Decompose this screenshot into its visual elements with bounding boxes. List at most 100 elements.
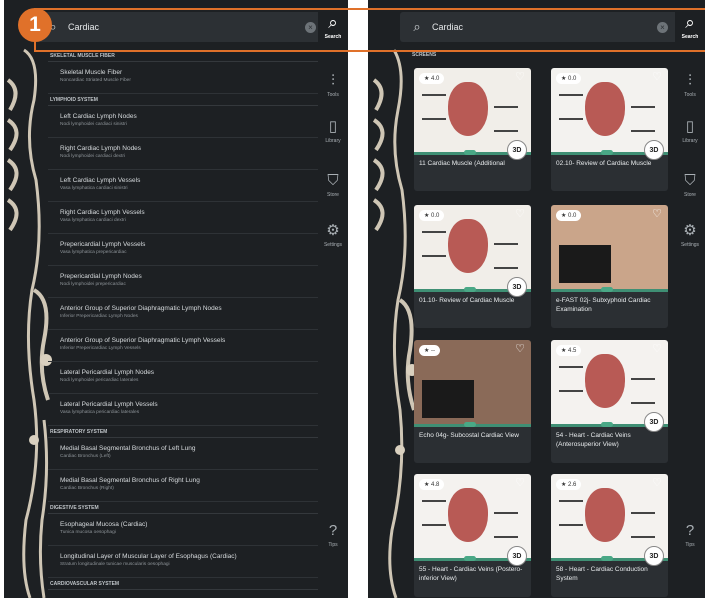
screen-card[interactable]: ★ 4.5 ♡ 3D 54 - Heart - Cardiac Veins (Ante… [551,340,668,463]
rating-value: 0.0 [431,213,440,219]
result-item[interactable]: Esophageal Mucosa (Cardiac) Tunica mucosa… [48,514,320,546]
favorite-heart-icon[interactable]: ♡ [515,476,525,489]
result-item[interactable]: Medial Basal Segmental Bronchus of Left … [48,438,320,470]
rail-tips[interactable]: ? Tips [318,522,348,548]
label-line [631,512,655,514]
rail-label: Store [327,192,339,198]
result-item[interactable]: Prepericardial Lymph Vessels Vasa lymphat… [48,234,320,266]
status-pill [464,287,476,292]
label-line [559,500,583,502]
favorite-heart-icon[interactable]: ♡ [652,207,662,220]
label-line [494,512,518,514]
rail-library[interactable]: ▯ Library [675,118,705,144]
result-item[interactable]: Longitudinal Layer of Muscular Layer of … [48,546,320,578]
result-item[interactable]: Anterior Group of Superior Diaphragmatic… [48,330,320,362]
screen-card[interactable]: ★ 0.0 ♡ e-FAST 02j- Subxyphoid Cardiac Exa… [551,205,668,328]
star-icon: ★ [561,482,569,488]
highlight-outline-bottom [34,50,705,52]
screen-title: 11 Cardiac Muscle (Additional [419,160,505,167]
result-subtitle: Nodi lymphoidei cardiaci sinistri [60,122,127,127]
search-results-panel: ⌕ Cardiac × SKELETAL MUSCLE FIBER Skeleta… [4,0,348,598]
3d-badge-icon: 3D [507,546,527,566]
favorite-heart-icon[interactable]: ♡ [652,70,662,83]
favorite-heart-icon[interactable]: ♡ [515,70,525,83]
search-input[interactable]: Cardiac [432,22,657,32]
skeleton-model[interactable] [368,40,420,598]
result-title: Prepericardial Lymph Vessels [60,241,146,248]
result-item[interactable]: Anterior Group of Superior Diaphragmatic… [48,298,320,330]
rail-tools[interactable]: ⫶ Tools [675,72,705,98]
star-icon: ★ [561,76,569,82]
rail-label: Tips [328,542,338,548]
result-item[interactable]: Right Cardiac Lymph Vessels Vasa lymphati… [48,202,320,234]
star-icon: ★ [424,482,432,488]
3d-badge-icon: 3D [644,546,664,566]
result-subtitle: Inferior Prepericardiac Lymph Vessels [60,346,141,351]
tips-icon: ? [328,522,338,539]
result-title: Medial Basal Segmental Bronchus of Left … [60,445,196,452]
rail-settings[interactable]: ⚙ Settings [675,222,705,248]
result-title: Medial Basal Segmental Bronchus of Right… [60,477,200,484]
result-subtitle: Tunica mucosa oesophagi [60,530,116,535]
result-subtitle: Vasa lymphatica prepericardiac [60,250,127,255]
result-subtitle: Nodi lymphoidei prepericardiac [60,282,126,287]
label-line [494,106,518,108]
rail-store[interactable]: ⛉ Store [675,172,705,198]
status-pill [601,287,613,292]
favorite-heart-icon[interactable]: ♡ [515,207,525,220]
label-line [559,118,583,120]
clear-search-icon[interactable]: × [305,21,316,33]
rating-badge: ★ 0.0 [556,73,582,84]
result-item[interactable]: Skeletal Muscle Fiber Noncardiac Striated… [48,62,320,94]
star-icon: ★ [561,213,569,219]
status-pill [464,556,476,561]
label-line [494,536,518,538]
result-item[interactable]: Lateral Pericardial Lymph Nodes Nodi lymp… [48,362,320,394]
favorite-heart-icon[interactable]: ♡ [652,342,662,355]
result-title: Right Cardiac Lymph Vessels [60,209,145,216]
heart-model [585,82,625,136]
label-line [631,402,655,404]
screen-card[interactable]: ★ 0.0 ♡ 3D 01.10- Review of Cardiac Muscle [414,205,531,328]
result-item[interactable]: Right Cardiac Lymph Nodes Nodi lymphoidei… [48,138,320,170]
label-line [494,130,518,132]
rail-store[interactable]: ⛉ Store [318,172,348,198]
search-bar[interactable]: ⌕ Cardiac × [36,12,326,42]
rail-tools[interactable]: ⫶ Tools [318,72,348,98]
screen-card[interactable]: ★ 0.0 ♡ 3D 02.10- Review of Cardiac Muscle [551,68,668,191]
search-icon: ⌕ [328,13,338,32]
rail-tips[interactable]: ? Tips [675,522,705,548]
store-icon: ⛉ [684,172,696,189]
screen-card[interactable]: ★ 4.8 ♡ 3D 55 - Heart - Cardiac Veins (Post… [414,474,531,597]
search-bar[interactable]: ⌕ Cardiac × [400,12,678,42]
rail-settings[interactable]: ⚙ Settings [318,222,348,248]
rail-search[interactable]: ⌕ Search [318,13,348,41]
rail-label: Settings [323,242,343,248]
result-item[interactable]: Prepericardial Lymph Nodes Nodi lymphoide… [48,266,320,298]
screen-title: 01.10- Review of Cardiac Muscle [419,297,515,304]
label-line [422,94,446,96]
result-title: Longitudinal Layer of Muscular Layer of … [60,553,237,560]
star-icon: ★ [424,76,432,82]
status-pill [601,556,613,561]
rail-search[interactable]: ⌕ Search [675,14,705,41]
clear-search-icon[interactable]: × [657,21,668,33]
result-item[interactable]: Lateral Pericardial Lymph Vessels Vasa ly… [48,394,320,426]
rail-label: Library [682,138,698,144]
rating-value: 4.0 [431,76,440,82]
search-input[interactable]: Cardiac [68,22,305,32]
label-line [559,366,583,368]
result-item[interactable]: Medial Basal Segmental Bronchus of Right… [48,470,320,502]
library-icon: ▯ [685,118,695,135]
result-item[interactable]: Left Cardiac Lymph Vessels Vasa lymphatic… [48,170,320,202]
screen-card[interactable]: ★ 4.0 ♡ 3D 11 Cardiac Muscle (Additional [414,68,531,191]
favorite-heart-icon[interactable]: ♡ [515,342,525,355]
favorite-heart-icon[interactable]: ♡ [652,476,662,489]
screen-card[interactable]: ★ -- ♡ Echo 04g- Subcostal Cardiac View [414,340,531,463]
rail-label: Tips [685,542,695,548]
3d-badge-icon: 3D [644,140,664,160]
screen-card[interactable]: ★ 2.6 ♡ 3D 58 - Heart - Cardiac Conduction … [551,474,668,597]
result-item[interactable]: Left Cardiac Lymph Nodes Nodi lymphoidei … [48,106,320,138]
star-icon: ★ [424,348,432,354]
rail-library[interactable]: ▯ Library [318,118,348,144]
